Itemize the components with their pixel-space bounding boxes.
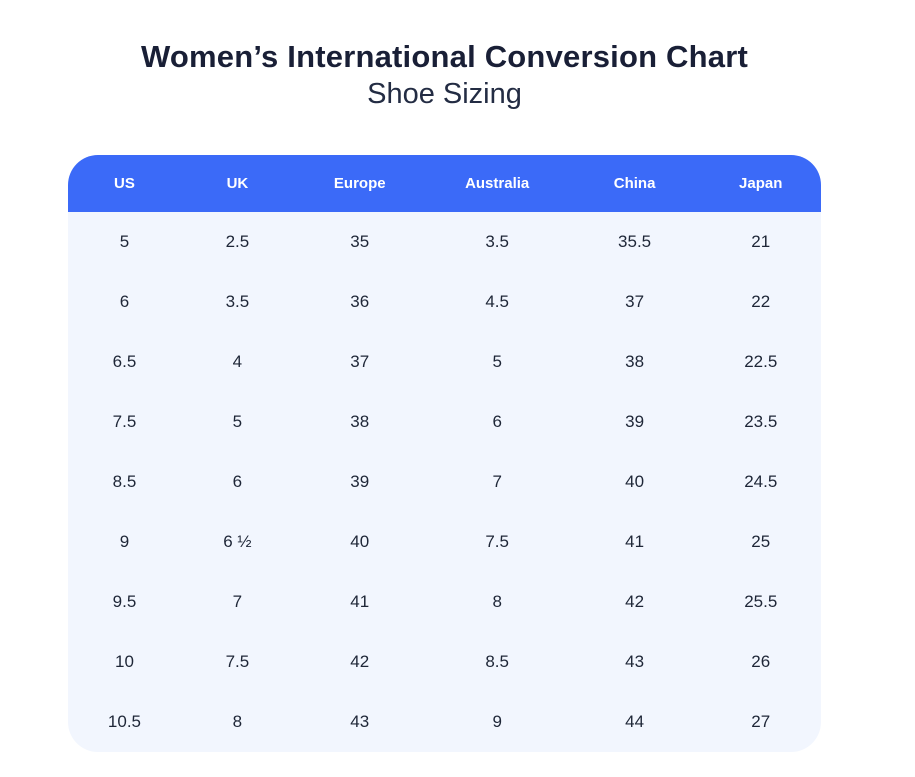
page-title: Women’s International Conversion Chart <box>68 0 821 74</box>
table-cell: 36 <box>294 272 426 332</box>
column-header-japan: Japan <box>700 155 821 212</box>
table-cell: 7 <box>181 572 294 632</box>
table-cell: 6.5 <box>68 332 181 392</box>
header-row: USUKEuropeAustraliaChinaJapan <box>68 155 821 212</box>
conversion-chart-page: Women’s International Conversion Chart S… <box>68 0 821 752</box>
column-header-australia: Australia <box>426 155 569 212</box>
table-cell: 7.5 <box>181 632 294 692</box>
table-row: 8.563974024.5 <box>68 452 821 512</box>
table-cell: 8 <box>426 572 569 632</box>
table-cell: 39 <box>569 392 701 452</box>
table-cell: 43 <box>569 632 701 692</box>
table-cell: 7 <box>426 452 569 512</box>
table-cell: 41 <box>569 512 701 572</box>
table-cell: 10 <box>68 632 181 692</box>
table-cell: 3.5 <box>426 212 569 272</box>
table-cell: 26 <box>700 632 821 692</box>
table-cell: 10.5 <box>68 692 181 752</box>
table-cell: 9.5 <box>68 572 181 632</box>
table-cell: 6 <box>181 452 294 512</box>
table-cell: 3.5 <box>181 272 294 332</box>
table-row: 96 ½407.54125 <box>68 512 821 572</box>
table-row: 52.5353.535.521 <box>68 212 821 272</box>
conversion-table-container: USUKEuropeAustraliaChinaJapan 52.5353.53… <box>68 155 821 752</box>
page-subtitle: Shoe Sizing <box>68 78 821 111</box>
table-cell: 5 <box>68 212 181 272</box>
table-cell: 42 <box>569 572 701 632</box>
column-header-europe: Europe <box>294 155 426 212</box>
table-cell: 37 <box>569 272 701 332</box>
table-cell: 25 <box>700 512 821 572</box>
table-cell: 41 <box>294 572 426 632</box>
table-cell: 42 <box>294 632 426 692</box>
table-row: 63.5364.53722 <box>68 272 821 332</box>
table-cell: 44 <box>569 692 701 752</box>
table-cell: 25.5 <box>700 572 821 632</box>
table-cell: 38 <box>294 392 426 452</box>
table-cell: 6 <box>68 272 181 332</box>
table-cell: 6 <box>426 392 569 452</box>
table-cell: 4.5 <box>426 272 569 332</box>
table-cell: 22 <box>700 272 821 332</box>
table-cell: 27 <box>700 692 821 752</box>
table-row: 7.553863923.5 <box>68 392 821 452</box>
table-body: 52.5353.535.52163.5364.537226.543753822.… <box>68 212 821 752</box>
table-cell: 8.5 <box>426 632 569 692</box>
column-header-china: China <box>569 155 701 212</box>
table-cell: 6 ½ <box>181 512 294 572</box>
table-cell: 23.5 <box>700 392 821 452</box>
table-cell: 7.5 <box>68 392 181 452</box>
table-cell: 5 <box>426 332 569 392</box>
table-cell: 5 <box>181 392 294 452</box>
table-cell: 7.5 <box>426 512 569 572</box>
table-cell: 21 <box>700 212 821 272</box>
table-cell: 39 <box>294 452 426 512</box>
table-cell: 24.5 <box>700 452 821 512</box>
table-cell: 9 <box>426 692 569 752</box>
table-header: USUKEuropeAustraliaChinaJapan <box>68 155 821 212</box>
table-cell: 40 <box>569 452 701 512</box>
table-cell: 35 <box>294 212 426 272</box>
table-row: 10.584394427 <box>68 692 821 752</box>
table-cell: 43 <box>294 692 426 752</box>
table-cell: 2.5 <box>181 212 294 272</box>
column-header-us: US <box>68 155 181 212</box>
table-cell: 9 <box>68 512 181 572</box>
table-cell: 38 <box>569 332 701 392</box>
table-cell: 8.5 <box>68 452 181 512</box>
table-cell: 22.5 <box>700 332 821 392</box>
table-row: 107.5428.54326 <box>68 632 821 692</box>
table-cell: 8 <box>181 692 294 752</box>
table-row: 9.574184225.5 <box>68 572 821 632</box>
table-cell: 35.5 <box>569 212 701 272</box>
shoe-size-conversion-table: USUKEuropeAustraliaChinaJapan 52.5353.53… <box>68 155 821 752</box>
table-cell: 40 <box>294 512 426 572</box>
column-header-uk: UK <box>181 155 294 212</box>
table-row: 6.543753822.5 <box>68 332 821 392</box>
table-cell: 4 <box>181 332 294 392</box>
table-cell: 37 <box>294 332 426 392</box>
